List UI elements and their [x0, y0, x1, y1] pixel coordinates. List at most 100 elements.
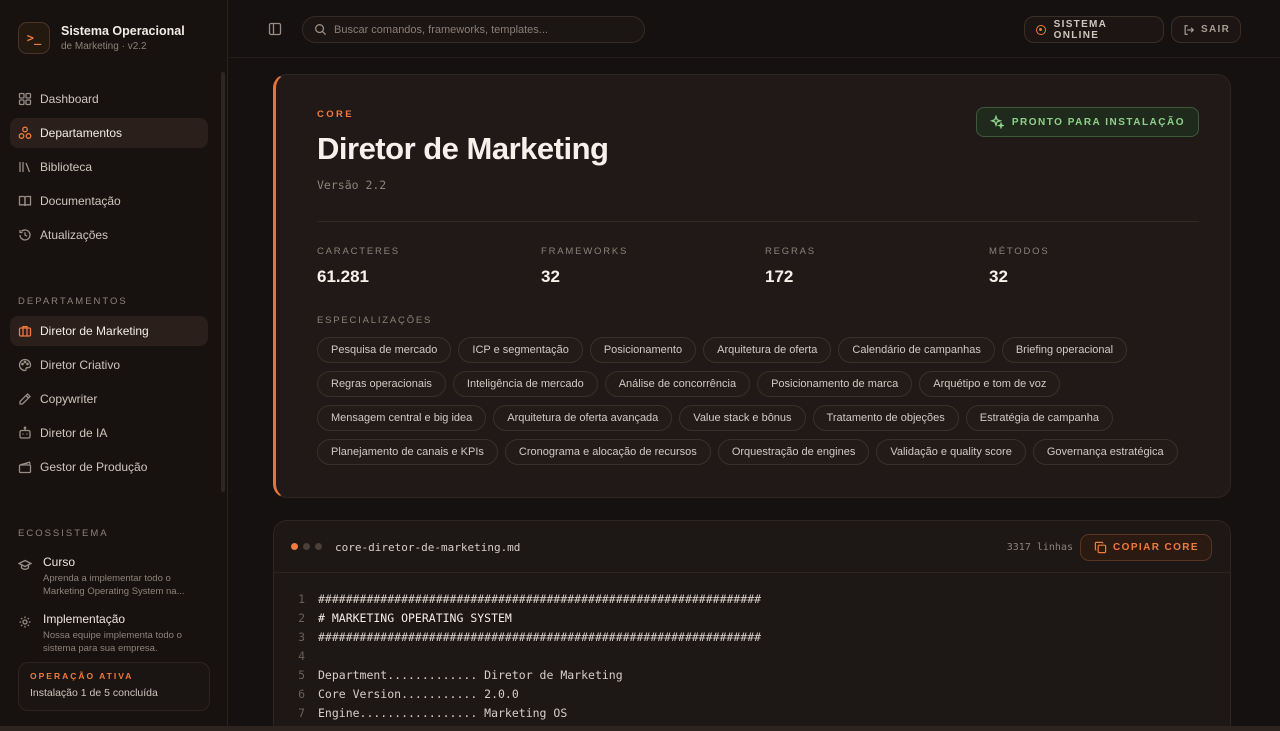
specialization-chip[interactable]: Regras operacionais — [317, 371, 446, 397]
ecosystem-item-curso[interactable]: Curso Aprenda a implementar todo o Marke… — [18, 555, 208, 598]
code-line: 3 #######################################… — [274, 630, 1230, 649]
sidebar-item-label: Copywriter — [40, 392, 98, 406]
stat-value: 172 — [765, 267, 794, 286]
copy-core-label: COPIAR CORE — [1113, 542, 1199, 553]
sidebar-item-diretor-criativo[interactable]: Diretor Criativo — [10, 350, 208, 380]
brand[interactable]: >_ Sistema Operacional de Marketing · v2… — [18, 22, 185, 54]
specialization-chip[interactable]: Tratamento de objeções — [812, 405, 959, 431]
specialization-chip[interactable]: Orquestração de engines — [717, 439, 870, 465]
stat-caracteres: CARACTERES 61.281 — [317, 246, 400, 287]
operation-status-box: OPERAÇÃO ATIVA Instalação 1 de 5 concluí… — [18, 662, 210, 711]
version-label: Versão 2.2 — [317, 178, 387, 192]
graduation-cap-icon — [18, 558, 32, 572]
code-line: 4 — [274, 649, 1230, 668]
department-hero-card: CORE Diretor de Marketing Versão 2.2 PRO… — [273, 74, 1231, 498]
code-line: 2 # MARKETING OPERATING SYSTEM — [274, 611, 1230, 630]
sidebar-item-label: Biblioteca — [40, 160, 93, 174]
history-icon — [18, 228, 32, 242]
line-text: # MARKETING OPERATING SYSTEM — [318, 611, 512, 625]
main-nav: Dashboard Departamentos Biblioteca Docum… — [10, 84, 208, 254]
line-number: 5 — [298, 668, 305, 682]
copy-core-button[interactable]: COPIAR CORE — [1080, 534, 1212, 561]
specialization-chip[interactable]: Posicionamento de marca — [757, 371, 913, 397]
sidebar-item-documentacao[interactable]: Documentação — [10, 186, 208, 216]
sidebar-item-label: Diretor de IA — [40, 426, 108, 440]
sparkles-icon — [989, 115, 1004, 129]
specialization-chip[interactable]: Calendário de campanhas — [838, 337, 995, 363]
sidebar-item-copywriter[interactable]: Copywriter — [10, 384, 208, 414]
specialization-chip[interactable]: Briefing operacional — [1001, 337, 1128, 363]
terminal-icon: >_ — [18, 22, 50, 54]
pen-icon — [18, 392, 32, 406]
sidebar-item-biblioteca[interactable]: Biblioteca — [10, 152, 208, 182]
stat-value: 32 — [541, 267, 560, 286]
departments-nav: Diretor de Marketing Diretor Criativo Co… — [10, 316, 208, 486]
line-number: 2 — [298, 611, 305, 625]
specialization-chip[interactable]: Análise de concorrência — [604, 371, 751, 397]
specialization-chip[interactable]: Estratégia de campanha — [965, 405, 1114, 431]
logout-button[interactable]: SAIR — [1171, 16, 1241, 43]
line-count: 3317 linhas — [1006, 542, 1073, 553]
logout-label: SAIR — [1201, 24, 1231, 35]
stat-label: MÉTODOS — [989, 246, 1050, 257]
line-number: 4 — [298, 649, 305, 663]
specialization-chip[interactable]: Inteligência de mercado — [452, 371, 598, 397]
sidebar-item-departamentos[interactable]: Departamentos — [10, 118, 208, 148]
departments-heading: DEPARTAMENTOS — [18, 296, 128, 307]
specialization-chip[interactable]: Planejamento de canais e KPIs — [317, 439, 498, 465]
specialization-chip[interactable]: Arquétipo e tom de voz — [919, 371, 1061, 397]
stat-label: FRAMEWORKS — [541, 246, 629, 257]
ecosystem-title: Curso — [43, 555, 76, 569]
line-text: Core Version........... 2.0.0 — [318, 687, 519, 701]
brand-subtitle: de Marketing · v2.2 — [61, 41, 147, 52]
search-icon — [314, 23, 327, 36]
specialization-chip[interactable]: Posicionamento — [589, 337, 697, 363]
specialization-chip[interactable]: Validação e quality score — [876, 439, 1026, 465]
stat-metodos: MÉTODOS 32 — [989, 246, 1049, 287]
hero-kicker: CORE — [317, 109, 355, 120]
sidebar-item-diretor-de-ia[interactable]: Diretor de IA — [10, 418, 208, 448]
code-content[interactable]: 1 #######################################… — [274, 592, 1230, 725]
dot-icon — [291, 543, 298, 550]
specialization-chip[interactable]: Arquitetura de oferta — [703, 337, 832, 363]
logout-icon — [1183, 24, 1195, 36]
line-text: ########################################… — [318, 592, 762, 606]
line-number: 6 — [298, 687, 305, 701]
sidebar-toggle-icon[interactable] — [268, 22, 282, 36]
sidebar-item-atualizacoes[interactable]: Atualizações — [10, 220, 208, 250]
search-bar[interactable] — [302, 16, 645, 43]
specialization-chip[interactable]: Arquitetura de oferta avançada — [493, 405, 673, 431]
operation-progress-text: Instalação 1 de 5 concluída — [30, 687, 158, 699]
sidebar-item-label: Gestor de Produção — [40, 460, 148, 474]
specialization-chip[interactable]: Mensagem central e big idea — [317, 405, 487, 431]
sidebar-item-gestor-de-producao[interactable]: Gestor de Produção — [10, 452, 208, 482]
gear-icon — [18, 615, 32, 629]
specialization-chip[interactable]: Value stack e bônus — [679, 405, 806, 431]
ecosystem-heading: ECOSSISTEMA — [18, 528, 109, 539]
page-title: Diretor de Marketing — [317, 131, 609, 166]
specialization-chip[interactable]: Governança estratégica — [1032, 439, 1178, 465]
line-number: 3 — [298, 630, 305, 644]
sidebar-scrollbar[interactable] — [221, 72, 225, 492]
ready-label: PRONTO PARA INSTALAÇÃO — [1011, 116, 1185, 128]
specialization-chip[interactable]: Cronograma e alocação de recursos — [504, 439, 711, 465]
horizontal-scrollbar[interactable] — [0, 726, 1280, 731]
clapperboard-icon — [18, 460, 32, 474]
search-input[interactable] — [334, 23, 634, 36]
system-status-label: SISTEMA ONLINE — [1053, 18, 1107, 41]
dot-icon — [303, 543, 310, 550]
stat-regras: REGRAS 172 — [765, 246, 816, 287]
specialization-chip[interactable]: Pesquisa de mercado — [317, 337, 452, 363]
sidebar-item-dashboard[interactable]: Dashboard — [10, 84, 208, 114]
ecosystem-item-implementacao[interactable]: Implementação Nossa equipe implementa to… — [18, 612, 208, 655]
specialization-chip[interactable]: ICP e segmentação — [458, 337, 583, 363]
palette-icon — [18, 358, 32, 372]
code-line: 7 Engine................. Marketing OS — [274, 706, 1230, 725]
ready-to-install-button[interactable]: PRONTO PARA INSTALAÇÃO — [975, 107, 1199, 137]
code-line: 5 Department............. Diretor de Mark… — [274, 668, 1230, 687]
stat-frameworks: FRAMEWORKS 32 — [541, 246, 628, 287]
system-status-button[interactable]: SISTEMA ONLINE — [1024, 16, 1164, 43]
specializations-heading: ESPECIALIZAÇÕES — [317, 315, 433, 326]
sidebar-item-diretor-de-marketing[interactable]: Diretor de Marketing — [10, 316, 208, 346]
divider — [317, 221, 1199, 222]
